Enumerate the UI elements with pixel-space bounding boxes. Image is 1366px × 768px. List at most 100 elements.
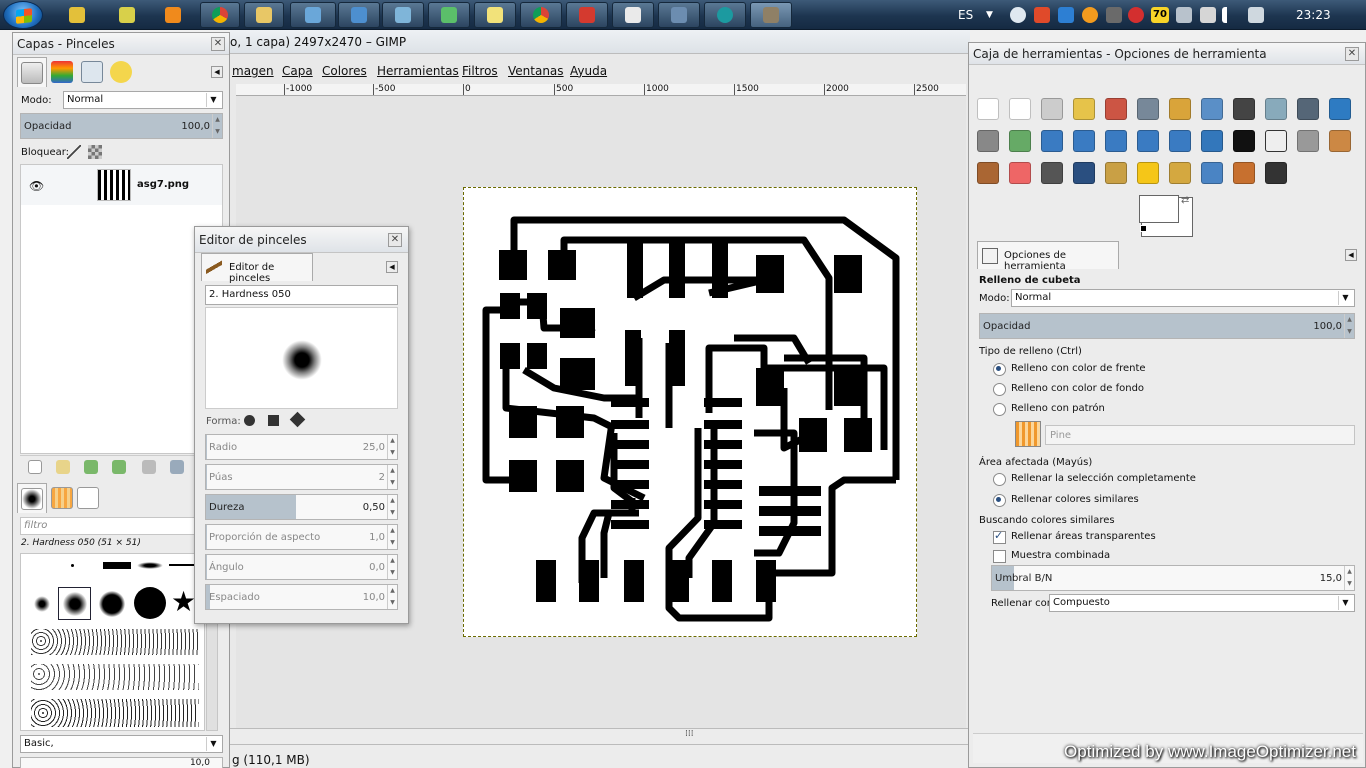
notepad-plus-icon[interactable] xyxy=(112,2,142,28)
app-tray-icon[interactable] xyxy=(1034,7,1050,23)
text-icon[interactable] xyxy=(1233,130,1255,152)
layer-group-icon[interactable] xyxy=(56,460,70,474)
close-icon[interactable]: ✕ xyxy=(211,37,225,51)
measure-icon[interactable] xyxy=(1297,98,1319,120)
spin-arrows-icon[interactable]: ▲ ▼ xyxy=(387,495,397,519)
menu-tools[interactable]: Herramientas xyxy=(377,64,459,78)
menu-windows[interactable]: Ventanas xyxy=(508,64,564,78)
crop-icon[interactable] xyxy=(1009,130,1031,152)
opacity-slider[interactable]: Opacidad 100,0 ▲ ▼ xyxy=(20,113,223,139)
dropbox-icon[interactable] xyxy=(1058,7,1074,23)
brush-slider-1[interactable]: Púas 2 ▲ ▼ xyxy=(205,464,398,490)
spin-arrows-icon[interactable]: ▲ ▼ xyxy=(1344,314,1354,338)
usb-icon[interactable] xyxy=(1200,7,1216,23)
gradients-icon[interactable] xyxy=(77,487,99,509)
paths-icon[interactable] xyxy=(1201,98,1223,120)
square-shape-icon[interactable] xyxy=(268,415,279,426)
perspective-clone-icon[interactable] xyxy=(1169,162,1191,184)
selected-brush[interactable] xyxy=(58,587,91,620)
smudge-icon[interactable] xyxy=(1233,162,1255,184)
tab-brush-editor[interactable]: Editor de pinceles xyxy=(201,253,313,284)
clone-icon[interactable] xyxy=(1105,162,1127,184)
vlc-icon[interactable] xyxy=(158,2,188,28)
scissors-icon[interactable] xyxy=(1137,98,1159,120)
weather-icon[interactable] xyxy=(1082,7,1098,23)
language-indicator[interactable]: ES xyxy=(958,0,973,30)
default-colors-icon[interactable] xyxy=(1140,225,1147,232)
brush-name-input[interactable]: 2. Hardness 050 xyxy=(205,285,398,305)
threshold-slider[interactable]: Umbral B/N 15,0 ▲ ▼ xyxy=(991,565,1355,591)
close-icon[interactable]: ✕ xyxy=(1345,47,1359,61)
volume-icon[interactable] xyxy=(1248,7,1264,23)
rect-select-icon[interactable] xyxy=(977,98,999,120)
horizontal-ruler[interactable]: -1000 -500 0 500 1000 1500 2000 2500 xyxy=(236,84,966,96)
swap-colors-icon[interactable]: ⇄ xyxy=(1181,195,1189,206)
alpha-lock-icon[interactable] xyxy=(88,145,102,159)
spacing-slider[interactable]: 10,0 xyxy=(20,757,223,768)
blend-icon[interactable] xyxy=(1297,130,1319,152)
arrow-up-icon[interactable] xyxy=(84,460,98,474)
close-icon[interactable]: ✕ xyxy=(388,233,402,247)
terminal-icon[interactable] xyxy=(612,2,654,28)
pdf-reader-icon[interactable] xyxy=(566,2,608,28)
pencil-icon[interactable] xyxy=(1329,130,1351,152)
tab-menu-icon[interactable]: ◀ xyxy=(386,261,398,273)
bucket-fill-icon[interactable] xyxy=(1265,130,1287,152)
spin-arrows-icon[interactable]: ▲ ▼ xyxy=(387,555,397,579)
gimp-icon[interactable] xyxy=(750,2,792,28)
patterns-icon[interactable] xyxy=(51,487,73,509)
heal-icon[interactable] xyxy=(1137,162,1159,184)
zoom-icon[interactable] xyxy=(1265,98,1287,120)
chrome-icon[interactable] xyxy=(200,2,240,28)
git-tool-icon[interactable] xyxy=(428,2,470,28)
tab-layers[interactable] xyxy=(17,57,47,87)
perspective-icon[interactable] xyxy=(1137,130,1159,152)
cloud-icon[interactable] xyxy=(1010,7,1026,23)
remote-desktop-icon[interactable] xyxy=(338,2,380,28)
radio-bg-fill[interactable]: Relleno con color de fondo xyxy=(993,382,1144,396)
brush-slider-5[interactable]: Espaciado 10,0 ▲ ▼ xyxy=(205,584,398,610)
new-layer-icon[interactable] xyxy=(28,460,42,474)
free-select-icon[interactable] xyxy=(1041,98,1063,120)
circle-shape-icon[interactable] xyxy=(244,415,255,426)
monitor-icon[interactable] xyxy=(658,2,700,28)
brush-slider-2[interactable]: Dureza 0,50 ▲ ▼ xyxy=(205,494,398,520)
diamond-shape-icon[interactable] xyxy=(289,411,306,428)
tab-menu-icon[interactable]: ◀ xyxy=(211,66,223,78)
brush-set-dropdown[interactable]: Basic, ▼ xyxy=(20,735,223,753)
brush-grid[interactable]: ★ xyxy=(20,553,205,731)
rotate-icon[interactable] xyxy=(1041,130,1063,152)
arduino-icon[interactable] xyxy=(704,2,746,28)
shear-icon[interactable] xyxy=(1105,130,1127,152)
spin-arrows-icon[interactable]: ▲ ▼ xyxy=(387,465,397,489)
paths-icon[interactable] xyxy=(81,61,103,83)
counter-badge[interactable]: 70 xyxy=(1151,7,1169,23)
start-button[interactable] xyxy=(3,1,43,29)
menu-filters[interactable]: Filtros xyxy=(462,64,498,78)
duplicate-icon[interactable] xyxy=(142,460,156,474)
menu-layer[interactable]: Capa xyxy=(282,64,313,78)
brush-slider-4[interactable]: Ángulo 0,0 ▲ ▼ xyxy=(205,554,398,580)
menu-help[interactable]: Ayuda xyxy=(570,64,607,78)
blur-icon[interactable] xyxy=(1201,162,1223,184)
gmail-icon[interactable] xyxy=(1128,7,1144,23)
tab-menu-icon[interactable]: ◀ xyxy=(1345,249,1357,261)
radio-pattern-fill[interactable]: Relleno con patrón xyxy=(993,402,1105,416)
spin-arrows-icon[interactable]: ▲ ▼ xyxy=(212,114,222,138)
brush-slider-3[interactable]: Proporción de aspecto 1,0 ▲ ▼ xyxy=(205,524,398,550)
color-picker-icon[interactable] xyxy=(1233,98,1255,120)
brush-filter-input[interactable]: filtro xyxy=(20,517,205,535)
eraser-icon[interactable] xyxy=(1009,162,1031,184)
chrome-2-icon[interactable] xyxy=(520,2,562,28)
fuzzy-select-icon[interactable] xyxy=(1073,98,1095,120)
foreground-color-swatch[interactable] xyxy=(1139,195,1179,223)
cat-icon[interactable] xyxy=(1106,7,1122,23)
notes-icon[interactable] xyxy=(382,2,424,28)
radio-fill-selection[interactable]: Rellenar la selección completamente xyxy=(993,472,1196,486)
radio-fg-fill[interactable]: Relleno con color de frente xyxy=(993,362,1146,376)
menu-image[interactable]: magen xyxy=(232,64,274,78)
chevron-down-icon[interactable]: ▼ xyxy=(986,0,993,30)
scale-icon[interactable] xyxy=(1073,130,1095,152)
paintbrush-icon[interactable] xyxy=(977,162,999,184)
paintbrush-lock-icon[interactable] xyxy=(67,145,81,159)
